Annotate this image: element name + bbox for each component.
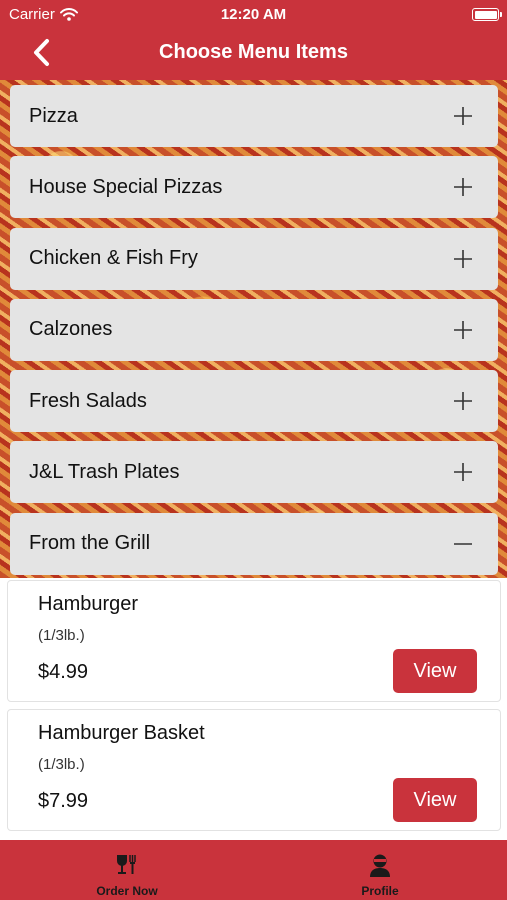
profile-icon [370, 854, 390, 877]
plus-icon [454, 107, 472, 125]
category-house-special-pizzas[interactable]: House Special Pizzas [10, 156, 498, 219]
plus-icon [454, 463, 472, 482]
dining-icon [117, 855, 136, 874]
view-button[interactable]: View [393, 649, 477, 693]
view-button[interactable]: View [393, 778, 477, 822]
item-price: $7.99 [38, 790, 89, 812]
menu-item-card: Hamburger (1/3lb.) $4.99 View [7, 580, 501, 702]
minus-icon [454, 542, 472, 545]
menu-item-card: Hamburger Basket (1/3lb.) $7.99 View [7, 709, 501, 831]
item-description: (1/3lb.) [38, 627, 85, 644]
tab-label: Profile [361, 884, 399, 898]
category-pizza[interactable]: Pizza [10, 85, 498, 147]
plus-icon [454, 320, 472, 339]
category-calzones[interactable]: Calzones [10, 298, 498, 361]
tab-bar: Order Now Profile [0, 840, 507, 900]
item-name: Hamburger Basket [38, 722, 205, 744]
category-label: Pizza [29, 104, 78, 127]
tab-order-now[interactable]: Order Now [57, 840, 197, 900]
category-label: J&L Trash Plates [29, 460, 180, 483]
plus-icon [454, 392, 472, 411]
plus-icon [454, 178, 472, 197]
item-description: (1/3lb.) [38, 756, 85, 773]
category-fresh-salads[interactable]: Fresh Salads [10, 370, 498, 433]
grill-items-list: Hamburger (1/3lb.) $4.99 View Hamburger … [0, 578, 507, 840]
status-time: 12:20 AM [220, 6, 287, 23]
category-jl-trash-plates[interactable]: J&L Trash Plates [10, 441, 498, 504]
category-list: Pizza House Special Pizzas Chicken & Fis… [10, 85, 498, 584]
item-price: $4.99 [38, 661, 89, 683]
app-header: Carrier 12:20 AM Choose Menu Items [0, 0, 507, 80]
category-chicken-fish-fry[interactable]: Chicken & Fish Fry [10, 227, 498, 290]
category-label: From the Grill [29, 532, 151, 555]
category-label: Calzones [29, 318, 113, 341]
tab-profile[interactable]: Profile [310, 840, 450, 900]
category-from-the-grill[interactable]: From the Grill [10, 512, 498, 575]
tab-label: Order Now [96, 884, 158, 898]
category-label: Fresh Salads [29, 389, 147, 412]
item-name: Hamburger [38, 593, 139, 615]
page-title: Choose Menu Items [159, 41, 348, 63]
category-label: House Special Pizzas [29, 175, 223, 198]
plus-icon [454, 249, 472, 268]
category-label: Chicken & Fish Fry [29, 247, 198, 270]
battery-icon [472, 8, 502, 21]
